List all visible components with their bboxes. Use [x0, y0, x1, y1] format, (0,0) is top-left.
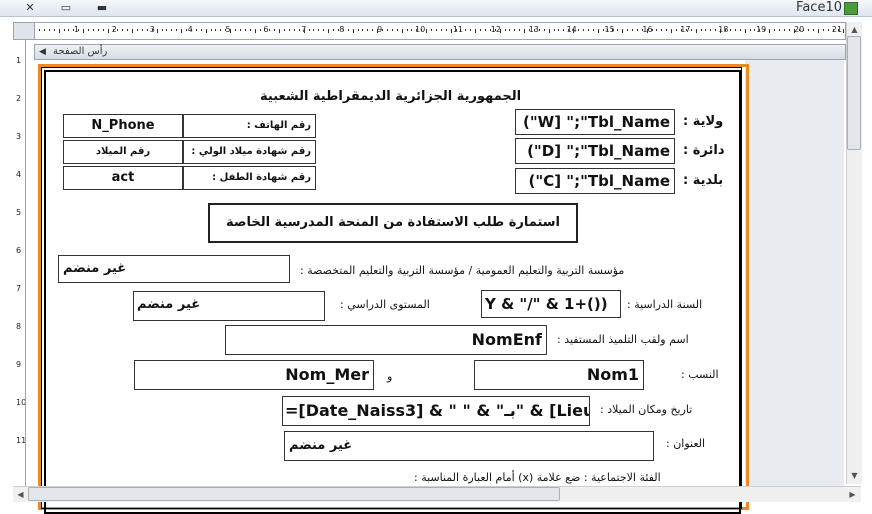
- ruler-number: 9: [16, 360, 22, 369]
- ruler-number: 7: [16, 284, 22, 293]
- section-label: رأس الصفحة: [53, 46, 108, 57]
- ruler-number: 4: [187, 25, 193, 34]
- institution-field[interactable]: غير منضم: [58, 255, 290, 283]
- level-label: المستوى الدراسي :: [340, 298, 430, 311]
- wilaya-field[interactable]: W] ";"Tbl_Name"): [515, 109, 675, 135]
- guardian-cert-label: رقم شهادة ميلاد الولي :: [183, 140, 316, 164]
- lineage-label: النسب :: [681, 368, 719, 381]
- ruler-corner[interactable]: [13, 22, 35, 40]
- ruler-number: 4: [16, 170, 22, 179]
- ruler-number: 7: [301, 25, 307, 34]
- lineage-field-2[interactable]: Nom_Mer: [134, 360, 374, 390]
- level-value: غير منضم: [137, 297, 201, 312]
- birth-value: =[Date_Naiss3] & " " & "بـ" & [Lieu: [285, 401, 590, 420]
- report-margin-area: [745, 60, 844, 486]
- institution-label: مؤسسة التربية والتعليم العمومية / مؤسسة …: [300, 264, 625, 277]
- vertical-scroll-thumb[interactable]: [847, 36, 861, 150]
- ruler-number: 15: [604, 25, 615, 34]
- address-label: العنوان :: [666, 437, 706, 450]
- ruler-number: 1: [73, 25, 79, 34]
- school-year-value: Y & "/" & 1+()): [485, 295, 608, 313]
- ruler-number: 19: [756, 25, 767, 34]
- ruler-number: 10: [16, 398, 26, 407]
- form-title: استمارة طلب الاستفادة من المنحة المدرسية…: [208, 203, 578, 243]
- ruler-number: 13: [528, 25, 539, 34]
- guardian-cert-value: رقم الميلاد: [95, 146, 151, 157]
- ruler-number: 2: [111, 25, 117, 34]
- phone-value: N_Phone: [91, 118, 155, 133]
- close-icon[interactable]: ✕: [22, 1, 38, 14]
- ruler-number: 21: [831, 25, 843, 34]
- address-value: غير منضم: [289, 438, 353, 453]
- ruler-number: 17: [680, 25, 691, 34]
- window-title-bar: ✕ ▭ ▬ Face10: [0, 0, 872, 17]
- ruler-number: 3: [149, 25, 155, 34]
- phone-label: رقم الهاتف :: [183, 114, 316, 138]
- school-year-field[interactable]: Y & "/" & 1+()): [481, 290, 621, 318]
- ruler-number: 3: [16, 132, 22, 141]
- ruler-number: 1: [16, 56, 22, 65]
- ruler-number: 9: [377, 25, 383, 34]
- scroll-up-icon[interactable]: ▲: [847, 22, 862, 37]
- ruler-number: 20: [794, 25, 805, 34]
- ruler-number: 6: [16, 246, 22, 255]
- birth-field[interactable]: =[Date_Naiss3] & " " & "بـ" & [Lieu: [282, 396, 590, 426]
- phone-field[interactable]: N_Phone: [63, 114, 183, 138]
- baladia-field[interactable]: C] ";"Tbl_Name"): [515, 168, 675, 194]
- daira-label: دائرة :: [683, 143, 725, 158]
- horizontal-scroll-thumb[interactable]: [28, 487, 560, 501]
- category-label: الفئة الاجتماعية : ضع علامة (x) أمام الع…: [414, 471, 661, 484]
- child-cert-label: رقم شهادة الطفل :: [183, 166, 316, 190]
- form-icon: [844, 2, 858, 15]
- baladia-label: بلدية :: [683, 173, 724, 188]
- scroll-down-icon[interactable]: ▼: [847, 468, 862, 483]
- page-header-section-bar[interactable]: ◀ رأس الصفحة: [34, 44, 846, 60]
- ruler-number: 6: [263, 25, 269, 34]
- ruler-number: 18: [718, 25, 729, 34]
- section-arrow-icon: ◀: [39, 47, 46, 57]
- ruler-number: 2: [16, 94, 22, 103]
- lineage-field-1[interactable]: Nom1: [474, 360, 644, 390]
- vertical-ruler[interactable]: 1 2 3 4 5 6 7 8 9 10 11: [13, 40, 26, 486]
- ruler-number: 11: [16, 436, 26, 445]
- ruler-number: 8: [16, 322, 22, 331]
- school-year-label: السنة الدراسية :: [627, 298, 703, 311]
- window-title: Face10: [796, 0, 842, 15]
- wilaya-label: ولاية :: [683, 114, 724, 129]
- ruler-number: 16: [642, 25, 653, 34]
- scroll-left-icon[interactable]: ◀: [13, 487, 28, 502]
- ruler-number: 5: [225, 25, 231, 34]
- minimize-icon[interactable]: ▬: [94, 1, 110, 14]
- level-field[interactable]: غير منضم: [133, 291, 325, 321]
- restore-icon[interactable]: ▭: [58, 1, 74, 14]
- daira-field[interactable]: D] ";"Tbl_Name"): [515, 138, 675, 164]
- ruler-number: 14: [566, 25, 577, 34]
- republic-title: الجمهورية الجزائرية الديمقراطية الشعبية: [260, 89, 522, 104]
- child-cert-value: act: [111, 170, 135, 185]
- child-cert-field[interactable]: act: [63, 166, 183, 190]
- guardian-cert-field[interactable]: رقم الميلاد: [63, 140, 183, 164]
- scroll-right-icon[interactable]: ▶: [845, 487, 860, 502]
- horizontal-ruler[interactable]: 1 2 3 4 5 6 7 8 9 10 11 12 13 14 15 16 17 18 19 20 21: [34, 22, 846, 40]
- ruler-number: 12: [490, 25, 501, 34]
- birth-label: تاريخ ومكان الميلاد :: [600, 403, 693, 416]
- ruler-number: 8: [339, 25, 345, 34]
- ruler-number: 5: [16, 208, 22, 217]
- ruler-number: 10: [415, 25, 426, 34]
- ruler-number: 11: [452, 25, 464, 34]
- address-field[interactable]: غير منضم: [284, 431, 654, 461]
- student-name-field[interactable]: NomEnf: [225, 325, 547, 355]
- and-label: و: [387, 370, 393, 383]
- institution-value: غير منضم: [63, 261, 127, 276]
- student-name-label: اسم ولقب التلميذ المستفيد :: [557, 333, 689, 346]
